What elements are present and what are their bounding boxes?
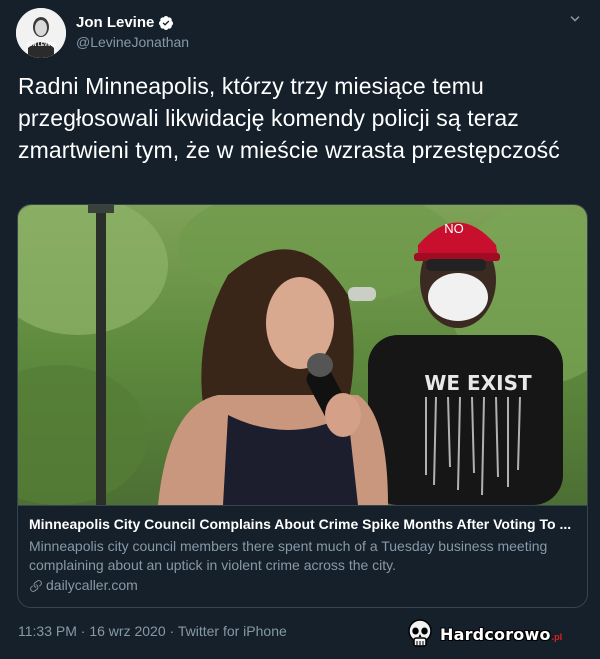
link-card[interactable]: NO WE EXIST Minneapolis City Council Com…	[17, 204, 588, 608]
card-body: Minneapolis City Council Complains About…	[18, 505, 587, 607]
card-image[interactable]: NO WE EXIST	[18, 205, 587, 505]
tweet-text: Radni Minneapolis, którzy trzy miesiące …	[18, 73, 560, 163]
card-title[interactable]: Minneapolis City Council Complains About…	[29, 515, 576, 534]
card-domain[interactable]: dailycaller.com	[29, 576, 576, 595]
tweet-source[interactable]: Twitter for iPhone	[178, 623, 287, 639]
avatar-caption: JON LEVINE	[26, 42, 56, 48]
meta-separator: ·	[169, 623, 175, 639]
author-name[interactable]: Jon Levine	[76, 14, 154, 31]
skull-icon	[408, 619, 432, 647]
verified-badge-icon	[159, 15, 174, 30]
shirt-text: WE EXIST	[424, 371, 532, 395]
meta-separator: ·	[80, 623, 86, 639]
watermark-brand: Hardcorowo	[440, 624, 551, 644]
link-icon	[30, 579, 42, 592]
tweet-date[interactable]: 16 wrz 2020	[89, 623, 165, 639]
avatar[interactable]: JON LEVINE	[16, 8, 66, 58]
author-handle[interactable]: @LevineJonathan	[76, 34, 189, 50]
tweet: JON LEVINE Jon Levine @LevineJonathan Ra…	[0, 0, 600, 659]
card-domain-text: dailycaller.com	[46, 577, 138, 593]
author-row: Jon Levine	[76, 14, 174, 31]
cap-text: NO	[444, 221, 464, 236]
tweet-header: JON LEVINE Jon Levine @LevineJonathan	[16, 8, 584, 58]
chevron-down-icon[interactable]	[566, 10, 584, 28]
tweet-meta: 11:33 PM · 16 wrz 2020 · Twitter for iPh…	[18, 623, 287, 639]
tweet-time[interactable]: 11:33 PM	[18, 623, 77, 639]
card-description: Minneapolis city council members there s…	[29, 538, 548, 573]
watermark: Hardcorowo .pl	[404, 618, 562, 650]
watermark-suffix: .pl	[551, 632, 563, 642]
